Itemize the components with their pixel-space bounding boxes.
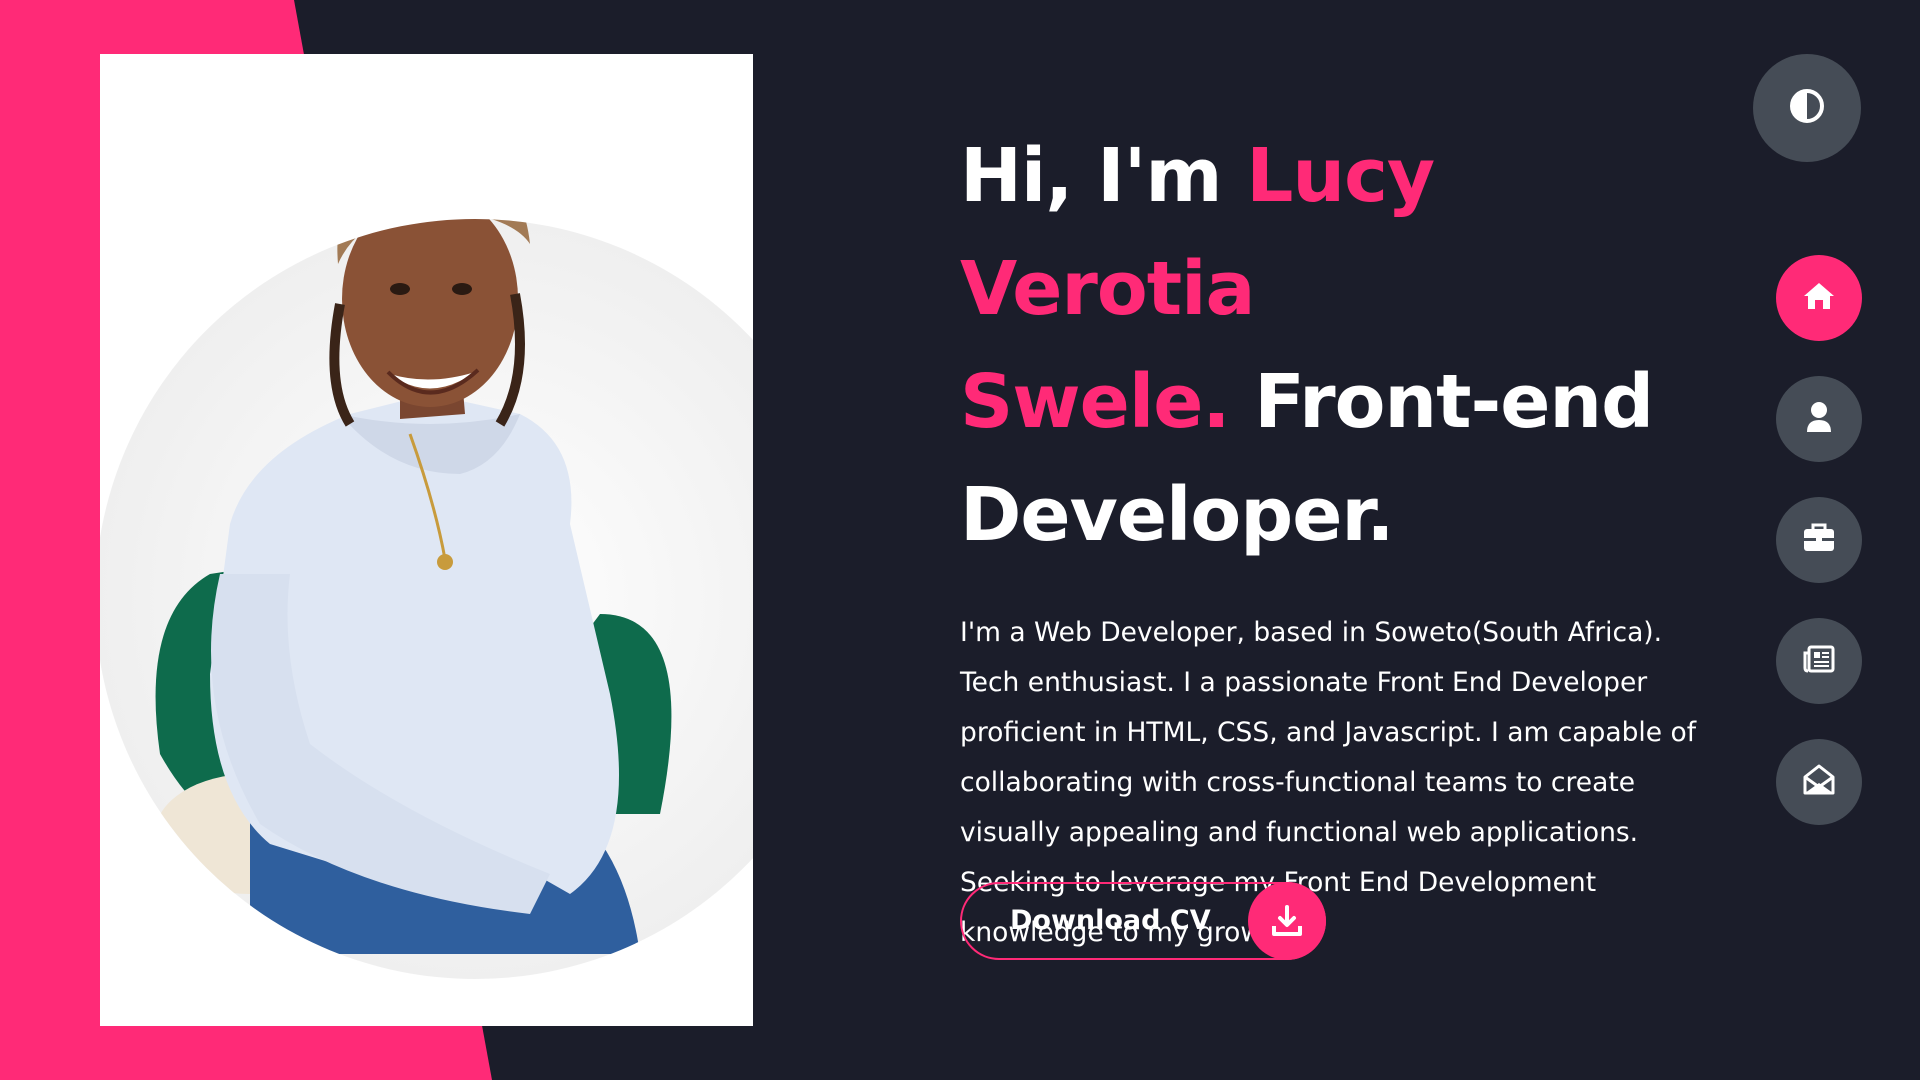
name-last-part: Swele. xyxy=(960,359,1231,445)
portrait-illustration xyxy=(100,219,753,979)
greeting-text: Hi, I'm xyxy=(960,133,1247,219)
download-icon xyxy=(1248,882,1326,960)
contrast-icon xyxy=(1789,88,1825,128)
theme-toggle-button[interactable] xyxy=(1753,54,1861,162)
hero-title: Hi, I'm Lucy Verotia Swele. Front-end Deve… xyxy=(960,120,1720,572)
nav-home-button[interactable] xyxy=(1776,255,1862,341)
page: Hi, I'm Lucy Verotia Swele. Front-end Deve… xyxy=(0,0,1920,1080)
nav-about-button[interactable] xyxy=(1776,376,1862,462)
role-text-part1: Front-end xyxy=(1229,359,1654,445)
hero-section: Hi, I'm Lucy Verotia Swele. Front-end Deve… xyxy=(960,120,1720,958)
home-icon xyxy=(1802,281,1836,315)
download-cv-button[interactable]: Download CV xyxy=(960,882,1326,960)
briefcase-icon xyxy=(1802,523,1836,557)
profile-photo xyxy=(100,54,753,1026)
user-icon xyxy=(1805,401,1833,437)
nav-contact-button[interactable] xyxy=(1776,739,1862,825)
role-text-part2: Developer. xyxy=(960,472,1394,558)
nav-blog-button[interactable] xyxy=(1776,618,1862,704)
envelope-open-icon xyxy=(1802,764,1836,800)
download-cv-label: Download CV xyxy=(1010,905,1211,936)
newspaper-icon xyxy=(1803,645,1835,677)
nav-portfolio-button[interactable] xyxy=(1776,497,1862,583)
